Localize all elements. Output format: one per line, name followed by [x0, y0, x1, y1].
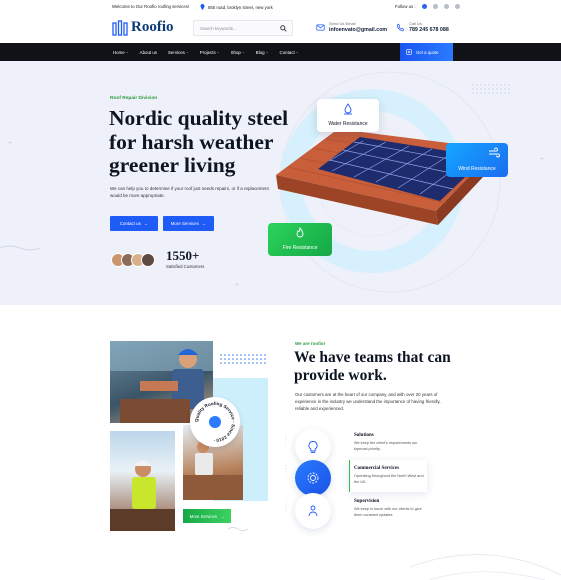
quote-icon [406, 49, 412, 55]
nav-item-shop[interactable]: Shop ⌄ [231, 50, 245, 55]
fire-resistance-card: Fire Resistance [268, 223, 332, 256]
welcome-text: Welcome to Our Roofio roofing services! [112, 4, 190, 9]
wind-resistance-card: Wind Resistance [446, 143, 508, 177]
worker-illustration [110, 460, 175, 531]
chevron-down-icon: ⌄ [185, 50, 189, 54]
about-decoration [220, 354, 561, 580]
top-info-bar: Welcome to Our Roofio roofing services! … [0, 0, 561, 14]
hero-section: + + + Roof Repair Division Nordic qualit… [0, 61, 561, 305]
team-icon [308, 505, 318, 517]
service-desc-solutions: We keep the client's requirements our to… [354, 441, 418, 451]
linkedin-icon[interactable] [454, 4, 460, 9]
hero-description: We can help you to determine if your roo… [110, 186, 269, 198]
more-services-button[interactable]: More Services → [163, 216, 214, 231]
call-value: 789 245 678 088 [409, 27, 449, 33]
service-title-solutions: Solutions [354, 433, 374, 438]
logo-text: Roofio [131, 19, 174, 35]
chevron-down-icon: ⌄ [216, 50, 220, 54]
about-kicker: We are roofio! [295, 341, 326, 346]
search-placeholder: Search keywords... [200, 26, 237, 31]
service-title-supervision: Supervision [354, 499, 380, 504]
nav-item-services[interactable]: Services ⌄ [168, 50, 189, 55]
nav-item-projects[interactable]: Projects ⌄ [200, 50, 220, 55]
instagram-icon[interactable] [443, 4, 449, 9]
lightbulb-icon [308, 441, 318, 453]
supervision-icon-circle[interactable] [295, 493, 331, 529]
logo-mark-icon [112, 19, 128, 36]
call-label: Call Us [409, 21, 422, 26]
chevron-down-icon: ⌄ [295, 50, 299, 54]
main-navigation: Home ⌄ About us Services ⌄ Projects ⌄ Shop ⌄… [0, 43, 561, 61]
flame-icon [296, 227, 304, 238]
about-section: Quality Roofing Service · Since 2010 · M… [0, 305, 561, 580]
customer-count: 1550+ [166, 248, 200, 263]
gear-icon [307, 472, 319, 484]
customer-avatars [111, 253, 155, 267]
water-drop-icon [344, 103, 352, 115]
service-desc-commercial: Operating throughout the North West and … [354, 474, 424, 484]
wind-resistance-label: Wind Resistance [458, 166, 496, 172]
about-more-services-button[interactable]: More Services → [183, 509, 231, 523]
svg-text:+: + [235, 282, 239, 289]
nav-item-contact[interactable]: Contact ⌄ [280, 50, 299, 55]
quality-badge: Quality Roofing Service · Since 2010 · [190, 397, 240, 447]
get-a-quote-button[interactable]: Get a quote [400, 43, 453, 61]
logo[interactable]: Roofio [112, 19, 174, 36]
follow-label: Follow us : [395, 4, 416, 9]
service-title-commercial: Commercial Services [354, 466, 400, 471]
more-services-label: More Services [170, 221, 199, 226]
mail-icon [316, 24, 325, 30]
contact-us-label: Contact us [119, 221, 141, 226]
phone-contact[interactable]: Call Us 789 245 678 088 [396, 21, 449, 33]
search-input[interactable]: Search keywords... [193, 20, 293, 36]
phone-icon [396, 23, 405, 31]
facebook-icon[interactable] [421, 4, 427, 9]
contact-us-button[interactable]: Contact us → [110, 216, 158, 231]
quote-label: Get a quote [416, 49, 439, 55]
nav-item-blog[interactable]: Blog ⌄ [256, 50, 269, 55]
hero-title: Nordic quality steel for harsh weather g… [109, 106, 289, 177]
arrow-right-icon: → [220, 513, 225, 519]
customer-count-label: Satisfied Customers [166, 264, 205, 269]
email-contact[interactable]: Send Us Email infoenvato@gmail.com [316, 21, 387, 33]
fire-resistance-label: Fire Resistance [282, 245, 318, 251]
site-header: Roofio Search keywords... Send Us Email … [0, 14, 561, 43]
email-value: infoenvato@gmail.com [329, 27, 388, 33]
chevron-down-icon: ⌄ [241, 50, 245, 54]
arrow-right-icon: → [143, 221, 149, 226]
twitter-icon[interactable] [432, 4, 438, 9]
badge-ring: Quality Roofing Service · Since 2010 · [194, 401, 236, 443]
svg-text:+: + [540, 156, 544, 163]
email-label: Send Us Email [329, 21, 356, 26]
search-icon[interactable] [280, 25, 287, 32]
address-text: 855 road, broklyn street, new york [208, 4, 273, 10]
about-more-services-label: More Services [189, 513, 218, 519]
location-pin-icon [200, 4, 205, 10]
chevron-down-icon: ⌄ [125, 50, 129, 54]
hero-kicker: Roof Repair Division [110, 96, 158, 101]
nav-item-home[interactable]: Home ⌄ [113, 50, 129, 55]
commercial-icon-circle[interactable] [295, 460, 331, 496]
water-resistance-card: Water Resistance [317, 99, 379, 132]
about-description: Our customers are at the heart of our co… [295, 392, 441, 411]
avatar [141, 253, 155, 267]
nav-item-about[interactable]: About us [140, 50, 157, 55]
wind-icon [489, 147, 500, 158]
service-desc-supervision: We keep in touch with our clients to giv… [354, 507, 422, 517]
svg-text:+: + [8, 140, 12, 147]
social-follow: Follow us : [395, 4, 460, 9]
chevron-down-icon: ⌄ [265, 50, 269, 54]
water-resistance-label: Water Resistance [328, 121, 368, 127]
address: 855 road, broklyn street, new york [200, 4, 273, 10]
about-title: We have teams that can provide work. [294, 349, 451, 384]
worker-photo-bottom [110, 431, 175, 531]
arrow-right-icon: → [201, 221, 207, 226]
